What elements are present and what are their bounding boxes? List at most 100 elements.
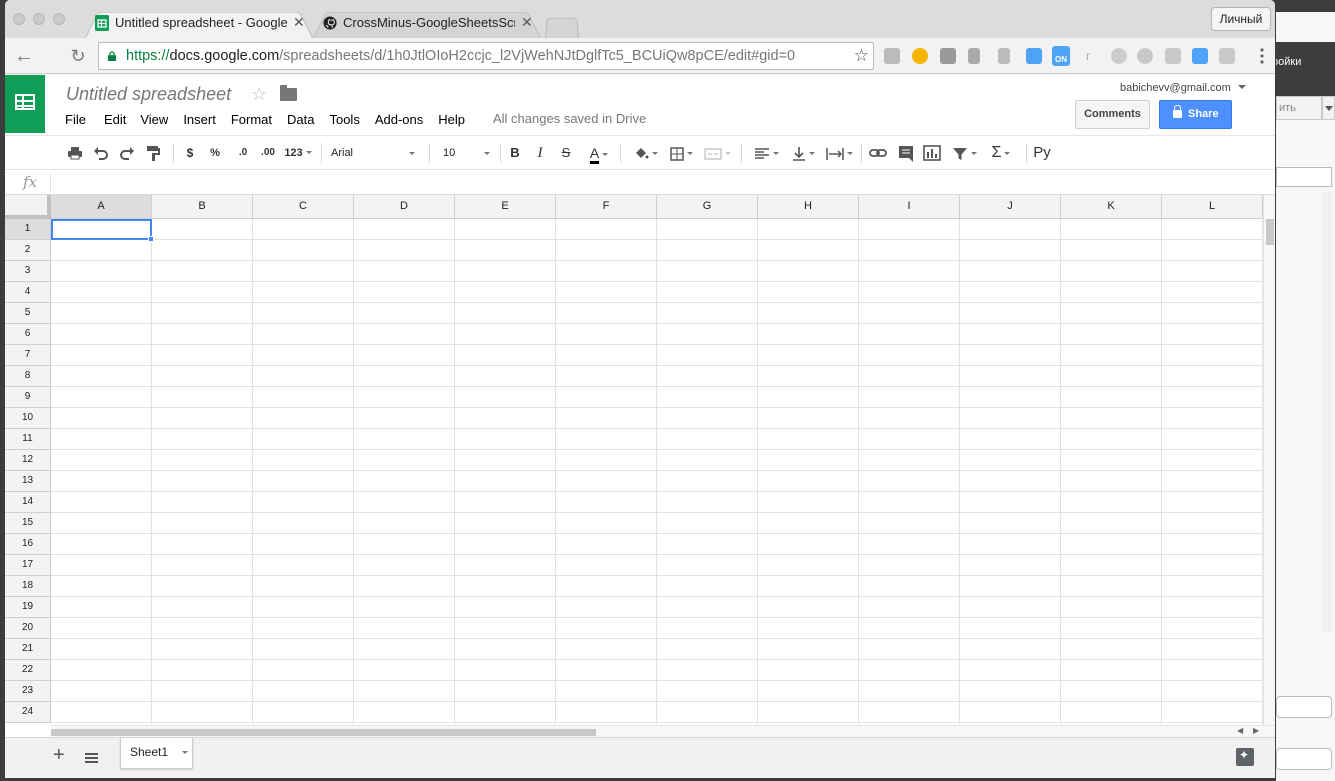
row-header-12[interactable]: 12 — [5, 450, 51, 471]
scroll-right-icon[interactable]: ▶ — [1253, 726, 1259, 735]
horizontal-scrollbar[interactable]: ◀ ▶ — [51, 725, 1275, 737]
row-header-20[interactable]: 20 — [5, 618, 51, 639]
functions-button[interactable]: Σ — [986, 143, 1016, 163]
extension-icon[interactable] — [940, 48, 956, 64]
save-status[interactable]: All changes saved in Drive — [493, 111, 646, 126]
text-wrapping-button[interactable] — [822, 143, 856, 163]
column-header-f[interactable]: F — [556, 195, 657, 219]
insert-link-icon[interactable] — [869, 143, 887, 163]
vertical-scrollbar-thumb[interactable] — [1266, 219, 1274, 245]
row-header-4[interactable]: 4 — [5, 282, 51, 303]
minimize-window-button[interactable] — [33, 13, 45, 25]
maximize-window-button[interactable] — [53, 13, 65, 25]
close-tab-icon[interactable]: ✕ — [293, 14, 305, 31]
row-header-18[interactable]: 18 — [5, 576, 51, 597]
profile-button[interactable]: Личный — [1211, 7, 1271, 31]
row-header-9[interactable]: 9 — [5, 387, 51, 408]
filter-button[interactable] — [948, 143, 980, 163]
input-tools-button[interactable]: Ру — [1031, 143, 1053, 163]
speaker-extension-icon[interactable] — [968, 48, 980, 64]
redo-icon[interactable] — [119, 143, 135, 163]
decrease-decimal-button[interactable]: .0 — [232, 143, 254, 163]
format-currency-button[interactable]: $ — [183, 143, 197, 163]
background-window-scrollbar[interactable] — [1322, 192, 1332, 632]
comments-button[interactable]: Comments — [1075, 100, 1150, 129]
column-header-i[interactable]: I — [859, 195, 960, 219]
row-header-1[interactable]: 1 — [5, 219, 51, 240]
column-header-c[interactable]: C — [253, 195, 354, 219]
column-header-h[interactable]: H — [758, 195, 859, 219]
tab-github[interactable]: CrossMinus-GoogleSheetsScript ✕ — [313, 8, 541, 39]
font-size-select[interactable]: 10 — [443, 143, 490, 163]
column-header-b[interactable]: B — [152, 195, 253, 219]
devtools-extension-icon[interactable] — [884, 48, 900, 64]
column-header-g[interactable]: G — [657, 195, 758, 219]
row-header-7[interactable]: 7 — [5, 345, 51, 366]
column-header-d[interactable]: D — [354, 195, 455, 219]
row-header-14[interactable]: 14 — [5, 492, 51, 513]
fill-color-button[interactable] — [629, 143, 661, 163]
background-window-dropdown[interactable] — [1322, 96, 1335, 120]
select-all-corner[interactable] — [5, 195, 51, 219]
menu-view[interactable]: View — [140, 112, 168, 127]
menu-add-ons[interactable]: Add-ons — [375, 112, 423, 127]
extension-icon[interactable] — [1219, 48, 1235, 64]
extension-icon[interactable] — [1137, 48, 1153, 64]
formula-input[interactable] — [50, 174, 51, 192]
menu-data[interactable]: Data — [287, 112, 314, 127]
address-bar[interactable]: https://docs.google.com/spreadsheets/d/1… — [98, 42, 874, 70]
insert-comment-icon[interactable] — [898, 143, 914, 163]
share-button[interactable]: Share — [1159, 100, 1232, 129]
scroll-left-icon[interactable]: ◀ — [1237, 726, 1243, 735]
format-percent-button[interactable]: % — [207, 143, 223, 163]
increase-decimal-button[interactable]: .00 — [257, 143, 279, 163]
vertical-align-button[interactable] — [788, 143, 818, 163]
bookmark-star-icon[interactable]: ☆ — [854, 46, 869, 66]
row-header-5[interactable]: 5 — [5, 303, 51, 324]
extension-icon[interactable] — [912, 48, 928, 64]
horizontal-align-button[interactable] — [750, 143, 782, 163]
row-header-3[interactable]: 3 — [5, 261, 51, 282]
fill-handle[interactable] — [148, 236, 154, 242]
row-header-8[interactable]: 8 — [5, 366, 51, 387]
undo-icon[interactable] — [93, 143, 109, 163]
row-header-6[interactable]: 6 — [5, 324, 51, 345]
extension-icon[interactable]: r — [1086, 48, 1102, 64]
explore-icon[interactable] — [1236, 748, 1254, 766]
row-header-22[interactable]: 22 — [5, 660, 51, 681]
column-header-a[interactable]: A — [51, 195, 152, 219]
close-window-button[interactable] — [13, 13, 25, 25]
add-sheet-icon[interactable]: + — [53, 744, 65, 767]
text-color-button[interactable]: A — [583, 143, 615, 164]
row-header-24[interactable]: 24 — [5, 702, 51, 723]
print-icon[interactable] — [67, 143, 83, 163]
extension-icon[interactable] — [1165, 48, 1181, 64]
close-tab-icon[interactable]: ✕ — [521, 14, 533, 31]
active-cell-a1[interactable] — [51, 219, 154, 242]
all-sheets-icon[interactable] — [85, 753, 98, 763]
extension-icon[interactable] — [1026, 48, 1042, 64]
reload-button[interactable]: ↻ — [66, 44, 90, 68]
star-icon[interactable]: ☆ — [251, 84, 267, 105]
document-title[interactable]: Untitled spreadsheet — [66, 84, 231, 105]
more-formats-button[interactable]: 123 — [282, 143, 314, 163]
menu-insert[interactable]: Insert — [183, 112, 216, 127]
shopping-cart-extension-icon[interactable] — [1192, 48, 1208, 64]
row-header-17[interactable]: 17 — [5, 555, 51, 576]
background-window-select[interactable] — [1276, 167, 1332, 187]
sheets-logo-icon[interactable] — [5, 75, 45, 133]
row-header-2[interactable]: 2 — [5, 240, 51, 261]
row-header-23[interactable]: 23 — [5, 681, 51, 702]
row-header-11[interactable]: 11 — [5, 429, 51, 450]
sheet-tab-sheet1[interactable]: Sheet1 — [120, 738, 193, 769]
menu-file[interactable]: File — [65, 112, 86, 127]
column-header-j[interactable]: J — [960, 195, 1061, 219]
row-header-13[interactable]: 13 — [5, 471, 51, 492]
paint-format-icon[interactable] — [145, 143, 161, 163]
italic-button[interactable]: I — [533, 143, 547, 163]
background-window-stepper-2[interactable] — [1276, 748, 1332, 770]
background-window-stepper[interactable] — [1276, 696, 1332, 718]
account-switcher[interactable]: babichevv@gmail.com — [1120, 82, 1246, 94]
menu-help[interactable]: Help — [438, 112, 465, 127]
strikethrough-button[interactable]: S — [559, 143, 573, 163]
